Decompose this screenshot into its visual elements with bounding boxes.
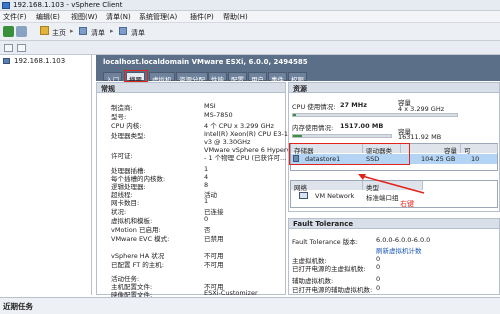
tab-resource-allocation[interactable]: 资源分配 bbox=[176, 72, 208, 84]
memory-capacity: 16311.92 MB bbox=[398, 133, 442, 141]
menu-file[interactable]: 文件(F) bbox=[3, 12, 27, 22]
tab-events[interactable]: 事件 bbox=[268, 72, 287, 84]
inventory-tree: 192.168.1.103 bbox=[0, 55, 92, 295]
memory-value: 1517.00 MB bbox=[340, 122, 384, 130]
memory-label: 内存使用情况: bbox=[292, 124, 334, 132]
row-label: CPU 内核: bbox=[111, 122, 142, 130]
resources-header: 资源 bbox=[289, 83, 499, 93]
cpu-label: CPU 使用情况: bbox=[292, 103, 336, 111]
storage-free: 10 bbox=[471, 155, 480, 163]
annotation-arrow bbox=[358, 174, 425, 194]
breadcrumb-inventory[interactable]: 清单 bbox=[91, 28, 105, 38]
ft-header: Fault Tolerance bbox=[289, 219, 499, 229]
tab-configuration[interactable]: 配置 bbox=[228, 72, 247, 84]
toolbar-icon-2[interactable] bbox=[17, 44, 26, 52]
cpu-capacity: 4 x 3.299 GHz bbox=[398, 105, 445, 113]
home-icon[interactable] bbox=[40, 26, 49, 35]
menu-view[interactable]: 视图(W) bbox=[71, 12, 97, 22]
tab-users[interactable]: 用户 bbox=[248, 72, 267, 84]
menu-inventory[interactable]: 清单(N) bbox=[106, 12, 131, 22]
row-label: 已配置 FT 的主机: bbox=[111, 261, 164, 269]
row-value: MS-7850 bbox=[204, 111, 233, 119]
highlight-summary-tab bbox=[124, 70, 148, 82]
window-title: 192.168.1.103 - vSphere Client bbox=[13, 1, 123, 9]
row-value: 0 bbox=[204, 215, 209, 223]
highlight-storage bbox=[289, 143, 410, 165]
window-titlebar: 192.168.1.103 - vSphere Client bbox=[0, 0, 500, 11]
row-value: MSI bbox=[204, 102, 216, 110]
breadcrumb-inventory-2[interactable]: 清单 bbox=[131, 28, 145, 38]
storage-col-capacity[interactable]: 容量 bbox=[401, 144, 461, 155]
host-icon bbox=[3, 58, 10, 64]
row-label: 许可证: bbox=[111, 152, 133, 160]
tab-virtual-machines[interactable]: 虚拟机 bbox=[149, 72, 175, 84]
row-label: VMware EVC 模式: bbox=[111, 235, 170, 243]
row-value: 4 bbox=[204, 173, 209, 181]
menu-edit[interactable]: 编辑(E) bbox=[36, 12, 60, 22]
inventory-icon bbox=[119, 27, 127, 35]
storage-col-free[interactable]: 可 bbox=[461, 144, 498, 155]
toolbar-icon-1[interactable] bbox=[4, 44, 13, 52]
ft-value: 0 bbox=[376, 255, 381, 263]
tab-getting-started[interactable]: 入门 bbox=[103, 72, 122, 84]
row-value: 1 bbox=[204, 165, 209, 173]
general-header: 常规 bbox=[97, 83, 285, 93]
tab-permissions[interactable]: 权限 bbox=[288, 72, 307, 84]
tab-performance[interactable]: 性能 bbox=[208, 72, 227, 84]
row-value: ESXi-Customizer bbox=[204, 289, 258, 297]
ft-version-value: 6.0.0-6.0.0-6.0.0 bbox=[376, 236, 431, 244]
status-bar: 近期任务 bbox=[0, 297, 500, 314]
toolbar bbox=[0, 41, 500, 55]
breadcrumb-separator: ▸ bbox=[70, 27, 74, 35]
tree-item-host[interactable]: 192.168.1.103 bbox=[14, 57, 65, 65]
network-name: VM Network bbox=[315, 192, 355, 200]
row-value: Intel(R) Xeon(R) CPU E3-1230 v3 @ 3.30GH… bbox=[204, 130, 301, 146]
cpu-usage-bar bbox=[292, 113, 458, 117]
ft-version-label: Fault Tolerance 版本: bbox=[292, 238, 358, 246]
breadcrumb-separator: ▸ bbox=[110, 27, 114, 35]
menu-admin[interactable]: 系统管理(A) bbox=[139, 12, 177, 22]
ft-label: 已打开电源的辅助虚拟机数: bbox=[292, 286, 373, 294]
ft-value: 0 bbox=[376, 284, 381, 292]
back-icon[interactable] bbox=[3, 26, 14, 37]
menu-bar: 文件(F) 编辑(E) 视图(W) 清单(N) 系统管理(A) 插件(P) 帮助… bbox=[0, 11, 500, 23]
recent-tasks-label[interactable]: 近期任务 bbox=[3, 301, 33, 312]
app-icon bbox=[2, 2, 10, 9]
inventory-icon bbox=[79, 27, 87, 35]
menu-help[interactable]: 帮助(H) bbox=[223, 12, 248, 22]
memory-usage-bar bbox=[292, 134, 392, 138]
row-value: 已禁用 bbox=[204, 235, 224, 243]
network-icon bbox=[299, 192, 308, 199]
nav-bar: 主页 ▸ 清单 ▸ 清单 bbox=[0, 23, 500, 41]
memory-usage-fill bbox=[293, 135, 302, 137]
ft-label: 已打开电源的主虚拟机数: bbox=[292, 265, 366, 273]
ft-value: 0 bbox=[376, 263, 381, 271]
row-value: 1 bbox=[204, 197, 209, 205]
cpu-usage-fill bbox=[293, 114, 297, 116]
row-value: 8 bbox=[204, 181, 209, 189]
ft-refresh-link[interactable]: 刷新虚拟机计数 bbox=[376, 245, 422, 255]
ft-value: 0 bbox=[376, 275, 381, 283]
storage-capacity: 104.25 GB bbox=[421, 155, 456, 163]
row-value: 4 个 CPU x 3.299 GHz bbox=[204, 122, 274, 130]
host-title: localhost.localdomain VMware ESXi, 6.0.0… bbox=[103, 58, 308, 66]
row-value: 不可用 bbox=[204, 261, 224, 269]
annotation-right-click: 右键 bbox=[400, 200, 414, 208]
forward-icon[interactable] bbox=[16, 26, 27, 37]
general-rows: 制造商: MSI 型号: MS-7850 CPU 内核: 4 个 CPU x 3… bbox=[97, 93, 302, 299]
row-label: 处理器类型: bbox=[111, 132, 146, 140]
cpu-value: 27 MHz bbox=[340, 101, 367, 109]
breadcrumb-home[interactable]: 主页 bbox=[52, 28, 66, 38]
menu-plugins[interactable]: 插件(P) bbox=[190, 12, 214, 22]
